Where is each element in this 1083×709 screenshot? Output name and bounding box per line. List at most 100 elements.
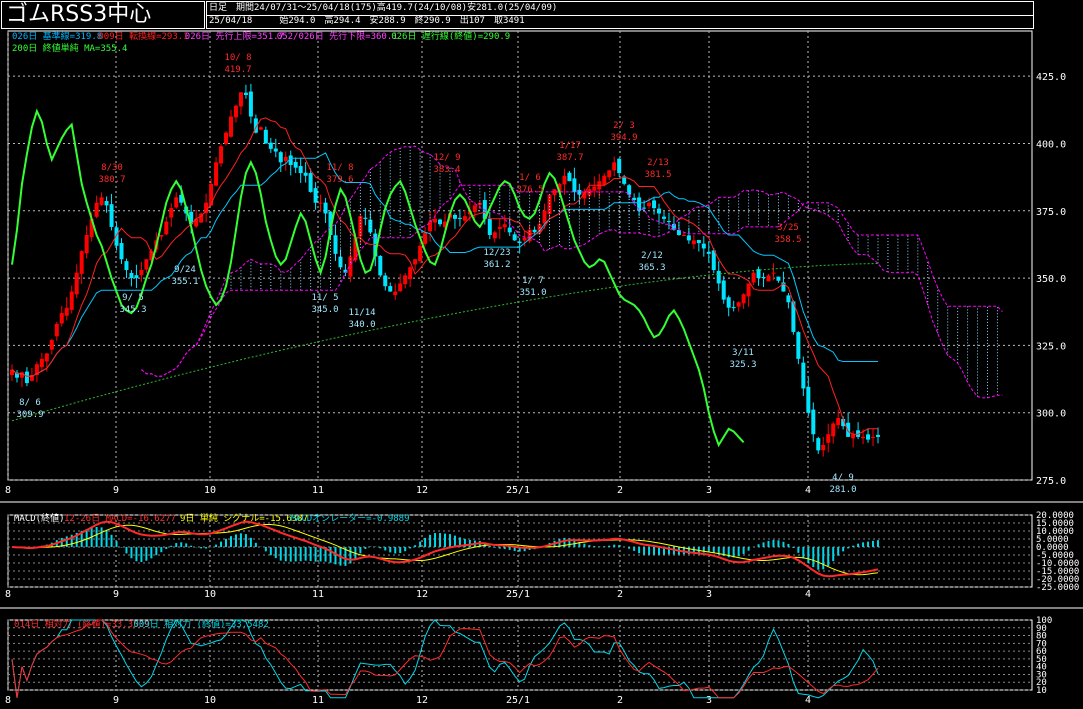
candle-body <box>423 232 428 244</box>
price-annotation-value: 309.9 <box>16 410 43 420</box>
candle-body <box>293 161 298 168</box>
candle-body <box>139 270 144 276</box>
candle-body <box>413 259 418 265</box>
candle-body <box>238 92 243 107</box>
macd-y-tick: -25.0000 <box>1036 583 1079 593</box>
x-tick-label: 3 <box>706 485 712 496</box>
y-tick-label: 375.0 <box>1036 207 1066 218</box>
price-annotation-value: 351.0 <box>519 288 546 298</box>
candle-body <box>851 434 856 439</box>
candle-body <box>736 302 741 307</box>
x-tick-label: 12 <box>416 485 428 496</box>
candle-body <box>861 436 866 439</box>
price-annotation-value: 379.6 <box>326 175 353 185</box>
price-annotation-value: 358.5 <box>774 235 801 245</box>
candle-body <box>866 434 871 440</box>
candle-body <box>826 434 831 443</box>
candle-body <box>522 237 527 241</box>
candle-body <box>119 243 124 260</box>
candle-body <box>497 226 502 229</box>
price-annotation-value: 325.3 <box>729 360 756 370</box>
price-annotation-value: 383.4 <box>433 165 460 175</box>
candle-body <box>761 276 766 279</box>
candle-body <box>39 358 44 367</box>
candle-body <box>134 275 139 279</box>
candle-body <box>233 105 238 118</box>
candle-body <box>681 235 686 236</box>
candle-body <box>69 291 74 310</box>
y-tick-label: 275.0 <box>1036 476 1066 487</box>
x-tick-label: 8 <box>5 695 11 706</box>
candle-body <box>363 217 368 219</box>
candle-body <box>836 418 841 426</box>
candle-body <box>706 251 711 254</box>
x-tick-label: 25/1 <box>506 695 530 706</box>
candle-body <box>79 251 84 274</box>
candle-body <box>716 270 721 284</box>
chart-canvas: 8 8 8 9 9 9 10 10 10 11 11 11 12 12 12 25/1 25/1 25/1 2 2 2 3… <box>0 30 1083 706</box>
candle-body <box>228 116 233 137</box>
candle-body <box>612 162 617 171</box>
candle-body <box>398 283 403 292</box>
candle-body <box>776 276 781 281</box>
x-tick-label: 10 <box>204 485 216 496</box>
x-tick-label: 12 <box>416 695 428 706</box>
candle-body <box>691 240 696 245</box>
price-annotation-value: 419.7 <box>224 65 251 75</box>
y-tick-label: 300.0 <box>1036 409 1066 420</box>
rsi-panel-frame <box>7 619 1033 691</box>
candle-body <box>686 235 691 241</box>
ichimoku-cloud <box>200 146 998 398</box>
candle-body <box>49 340 54 350</box>
candle-body <box>517 241 522 244</box>
candle-body <box>542 210 547 224</box>
candle-body <box>746 283 751 297</box>
x-tick-label: 3 <box>706 589 712 600</box>
candle-body <box>273 148 278 152</box>
price-annotation-value: 381.5 <box>644 170 671 180</box>
candle-body <box>811 409 816 435</box>
candle-body <box>418 245 423 262</box>
legend-entry: 026日 遅行線(終値)=290.9 <box>391 30 510 42</box>
candle-body <box>144 259 149 270</box>
x-tick-label: 2 <box>617 589 623 600</box>
price-annotation-value: 361.2 <box>483 260 510 270</box>
x-tick-label: 9 <box>113 485 119 496</box>
candle-body <box>263 129 268 144</box>
price-annotation-date: 3/11 <box>732 348 754 358</box>
x-tick-label: 11 <box>312 589 324 600</box>
candle-body <box>24 371 29 384</box>
candle-body <box>438 219 443 225</box>
candle-body <box>661 216 666 219</box>
price-annotation-value: 387.7 <box>556 153 583 163</box>
x-tick-label: 8 <box>5 485 11 496</box>
candle-body <box>457 217 462 219</box>
candle-body <box>323 202 328 214</box>
candle-body <box>871 436 876 438</box>
x-tick-label: 3 <box>706 695 712 706</box>
candle-body <box>666 221 671 223</box>
candle-body <box>109 204 114 227</box>
candle-body <box>393 291 398 296</box>
x-tick-label: 12 <box>416 589 428 600</box>
price-annotation-value: 281.0 <box>829 485 856 495</box>
candle-body <box>721 280 726 300</box>
candle-body <box>766 275 771 282</box>
candle-body <box>258 127 263 130</box>
x-tick-label: 4 <box>805 695 811 706</box>
candle-body <box>472 205 477 213</box>
price-annotation-date: 8/ 6 <box>19 398 41 408</box>
candle-body <box>801 362 806 389</box>
candle-body <box>283 156 288 161</box>
price-annotation-value: 345.3 <box>119 305 146 315</box>
candle-body <box>54 323 59 337</box>
x-tick-label: 11 <box>312 695 324 706</box>
candle-body <box>219 146 224 164</box>
candle-body <box>452 214 457 219</box>
price-annotation-date: 1/ 7 <box>522 276 544 286</box>
candle-body <box>492 232 497 239</box>
candle-body <box>303 172 308 176</box>
x-tick-label: 10 <box>204 695 216 706</box>
y-tick-label: 400.0 <box>1036 139 1066 150</box>
candle-body <box>99 197 104 205</box>
